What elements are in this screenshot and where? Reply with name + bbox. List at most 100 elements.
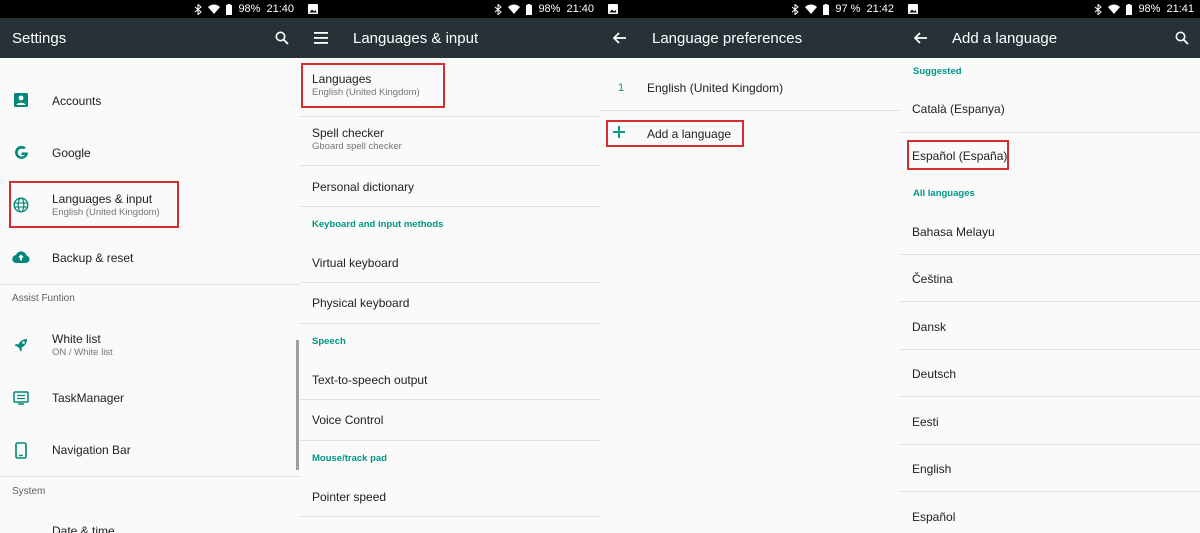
pref-item-physical-keyboard[interactable]: Physical keyboard: [300, 283, 600, 323]
wifi-icon: [208, 4, 221, 14]
settings-item-navigation-bar[interactable]: Navigation Bar: [0, 430, 300, 470]
status-bar: 97 % 21:42: [600, 0, 900, 18]
taskmanager-icon: [12, 389, 30, 407]
language-option[interactable]: Eesti: [900, 397, 1200, 443]
settings-item-label: TaskManager: [52, 391, 125, 405]
language-option[interactable]: Čeština: [900, 255, 1200, 301]
clock: 21:41: [1166, 3, 1194, 15]
settings-item-google[interactable]: Google: [0, 132, 300, 172]
status-bar: 98% 21:41: [900, 0, 1200, 18]
battery-percent: 97 %: [835, 3, 861, 15]
highlight-box: [301, 63, 445, 108]
section-header-speech: Speech: [312, 336, 346, 347]
settings-screen: 98% 21:40 Settings Accounts Google Langu…: [0, 0, 300, 533]
divider: [300, 206, 600, 207]
bluetooth-icon: [1094, 3, 1103, 15]
pref-item-voice-control[interactable]: Voice Control: [300, 400, 600, 440]
page-title: Add a language: [952, 29, 1058, 47]
divider: [0, 476, 300, 477]
back-arrow-icon[interactable]: [909, 26, 933, 50]
settings-item-white-list[interactable]: White list ON / White list: [0, 322, 300, 366]
clock: 21:40: [266, 3, 294, 15]
wifi-icon: [508, 4, 521, 14]
settings-item-summary: ON / White list: [52, 347, 113, 358]
highlight-box: [9, 181, 179, 228]
section-header-assist: Assist Funtion: [12, 293, 75, 304]
language-option[interactable]: Español: [900, 492, 1200, 533]
settings-item-backup-reset[interactable]: Backup & reset: [0, 238, 300, 278]
bluetooth-icon: [194, 3, 203, 15]
language-label: English (United Kingdom): [647, 81, 784, 95]
status-bar: 98% 21:40: [0, 0, 300, 18]
pref-item-summary: Gboard spell checker: [312, 141, 402, 152]
menu-icon[interactable]: [309, 26, 333, 50]
gallery-notification-icon: [608, 4, 618, 14]
language-option[interactable]: Dansk: [900, 302, 1200, 348]
battery-icon: [823, 3, 830, 15]
bluetooth-icon: [494, 3, 503, 15]
rocket-icon: [12, 336, 30, 354]
battery-icon: [226, 3, 233, 15]
search-icon[interactable]: [1170, 26, 1194, 50]
language-option[interactable]: Deutsch: [900, 350, 1200, 396]
pref-item-label: Virtual keyboard: [312, 256, 399, 270]
toolbar: Settings: [0, 18, 300, 58]
pref-item-spell-checker[interactable]: Spell checker Gboard spell checker: [300, 118, 600, 164]
settings-item-date-time[interactable]: Date & time: [0, 514, 300, 533]
section-header-mouse: Mouse/track pad: [312, 453, 387, 464]
section-header-suggested: Suggested: [913, 66, 962, 77]
wifi-icon: [1108, 4, 1121, 14]
battery-percent: 98%: [238, 3, 261, 15]
phone-icon: [12, 441, 30, 459]
languages-input-screen: 98% 21:40 Languages & input Languages En…: [300, 0, 600, 533]
pref-item-tts-output[interactable]: Text-to-speech output: [300, 360, 600, 398]
wifi-icon: [805, 4, 818, 14]
language-option[interactable]: Català (Espanya): [900, 88, 1200, 130]
language-index: 1: [618, 82, 625, 94]
divider: [0, 284, 300, 285]
bluetooth-icon: [791, 3, 800, 15]
battery-icon: [1126, 3, 1133, 15]
settings-item-label: Navigation Bar: [52, 443, 131, 457]
language-list-item[interactable]: 1 English (United Kingdom): [600, 68, 900, 110]
highlight-box: [606, 120, 744, 147]
gallery-notification-icon: [908, 4, 918, 14]
settings-item-accounts[interactable]: Accounts: [0, 80, 300, 120]
pref-item-virtual-keyboard[interactable]: Virtual keyboard: [300, 244, 600, 282]
toolbar: Language preferences: [600, 18, 900, 58]
clock: 21:42: [866, 3, 894, 15]
pref-item-label: Personal dictionary: [312, 180, 415, 194]
cloud-upload-icon: [12, 248, 30, 266]
pref-item-label: Pointer speed: [312, 490, 387, 504]
divider: [900, 132, 1200, 133]
pref-item-pointer-speed[interactable]: Pointer speed: [300, 478, 600, 516]
add-language-screen: 98% 21:41 Add a language Suggested Catal…: [900, 0, 1200, 533]
divider: [300, 323, 600, 324]
section-header-keyboard: Keyboard and input methods: [312, 219, 444, 230]
search-icon[interactable]: [270, 26, 294, 50]
scrollbar[interactable]: [296, 340, 299, 470]
pref-item-label: Physical keyboard: [312, 296, 410, 310]
google-g-icon: [12, 143, 30, 161]
settings-item-taskmanager[interactable]: TaskManager: [0, 378, 300, 418]
account-box-icon: [12, 91, 30, 109]
language-option[interactable]: English: [900, 445, 1200, 491]
settings-item-label: Google: [52, 146, 91, 160]
page-title: Languages & input: [353, 29, 479, 47]
toolbar: Add a language: [900, 18, 1200, 58]
pref-item-label: Voice Control: [312, 413, 384, 427]
language-option-label: Čeština: [912, 272, 953, 286]
language-option[interactable]: Bahasa Melayu: [900, 212, 1200, 254]
language-option-label: Bahasa Melayu: [912, 225, 995, 239]
language-option-label: Español: [912, 510, 956, 524]
page-title: Settings: [12, 29, 67, 47]
gallery-notification-icon: [308, 4, 318, 14]
back-arrow-icon[interactable]: [608, 26, 632, 50]
settings-item-label: White list: [52, 332, 101, 346]
pref-item-personal-dictionary[interactable]: Personal dictionary: [300, 166, 600, 206]
pref-item-label: Spell checker: [312, 126, 385, 140]
language-option-label: English: [912, 462, 952, 476]
highlight-box: [907, 140, 1009, 170]
language-option-label: Català (Espanya): [912, 102, 1005, 116]
battery-percent: 98%: [538, 3, 561, 15]
